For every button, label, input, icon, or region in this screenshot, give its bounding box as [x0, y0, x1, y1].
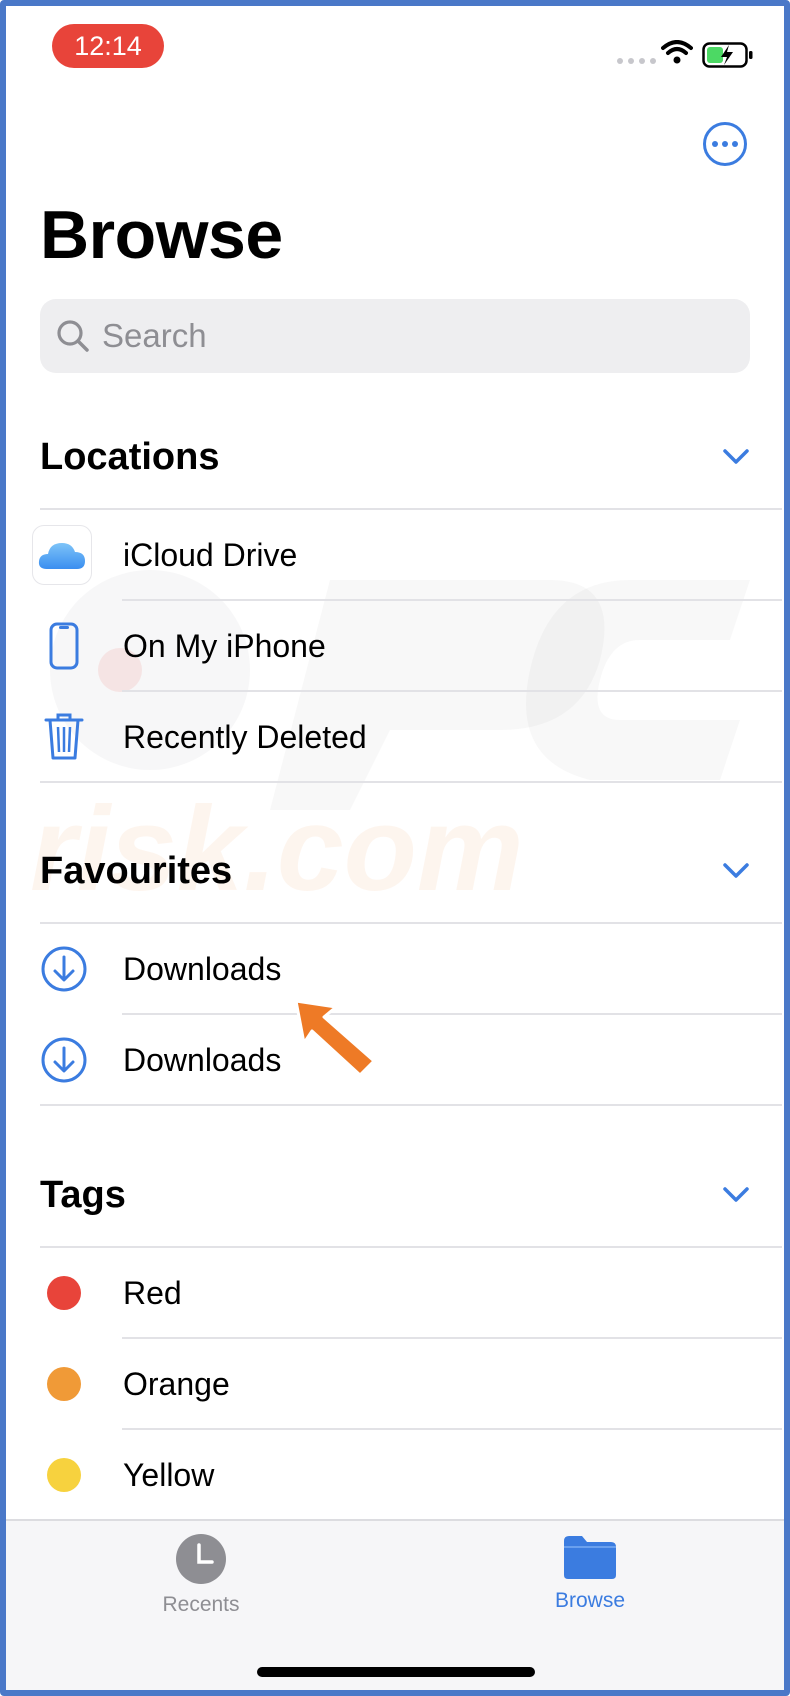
trash-icon [32, 705, 96, 769]
chevron-down-icon[interactable] [722, 1186, 750, 1204]
list-item-on-my-iphone[interactable]: On My iPhone [32, 601, 772, 691]
download-icon [32, 937, 96, 1001]
list-item-label: Yellow [123, 1456, 215, 1493]
list-item-tag-yellow[interactable]: Yellow [32, 1430, 772, 1520]
wifi-icon [661, 40, 693, 64]
section-title: Favourites [40, 849, 233, 892]
battery-charging-icon [702, 42, 753, 68]
more-options-button[interactable] [703, 122, 747, 166]
tab-label: Browse [554, 1589, 626, 1612]
locations-header[interactable]: Locations [40, 432, 750, 482]
clock-icon [176, 1534, 226, 1584]
search-icon [57, 320, 89, 352]
folder-icon [564, 1536, 616, 1579]
tab-browse[interactable]: Browse [500, 1533, 680, 1613]
list-item-label: Recently Deleted [123, 718, 367, 755]
annotation-arrow-icon [294, 999, 376, 1077]
tab-label: Recents [162, 1593, 240, 1616]
section-title: Locations [40, 435, 220, 478]
tag-color-dot [47, 1458, 81, 1492]
status-time: 12:14 [52, 24, 164, 68]
list-item-downloads[interactable]: Downloads [32, 924, 772, 1014]
list-item-label: Downloads [123, 1041, 282, 1078]
download-icon [32, 1028, 96, 1092]
list-item-icloud-drive[interactable]: iCloud Drive [32, 510, 772, 600]
tag-color-dot [47, 1276, 81, 1310]
section-title: Tags [40, 1173, 126, 1216]
tab-recents[interactable]: Recents [111, 1533, 291, 1617]
home-indicator [257, 1667, 535, 1677]
list-item-label: Orange [123, 1365, 230, 1402]
search-input[interactable] [100, 316, 704, 356]
iphone-icon [32, 614, 96, 678]
list-item-label: Red [123, 1274, 182, 1311]
search-bar[interactable] [40, 299, 750, 373]
list-item-label: On My iPhone [123, 627, 326, 664]
list-item-label: Downloads [123, 950, 282, 987]
divider [40, 781, 782, 783]
tags-header[interactable]: Tags [40, 1170, 750, 1220]
list-item-label: iCloud Drive [123, 536, 298, 573]
cellular-signal-icon [617, 58, 656, 64]
favourites-header[interactable]: Favourites [40, 846, 750, 896]
divider [40, 1104, 782, 1106]
list-item-downloads[interactable]: Downloads [32, 1015, 772, 1105]
list-item-tag-red[interactable]: Red [32, 1248, 772, 1338]
list-item-recently-deleted[interactable]: Recently Deleted [32, 692, 772, 782]
chevron-down-icon[interactable] [722, 862, 750, 880]
icloud-icon [32, 525, 92, 585]
list-item-tag-orange[interactable]: Orange [32, 1339, 772, 1429]
tag-color-dot [47, 1367, 81, 1401]
page-title: Browse [40, 197, 283, 273]
chevron-down-icon[interactable] [722, 448, 750, 466]
